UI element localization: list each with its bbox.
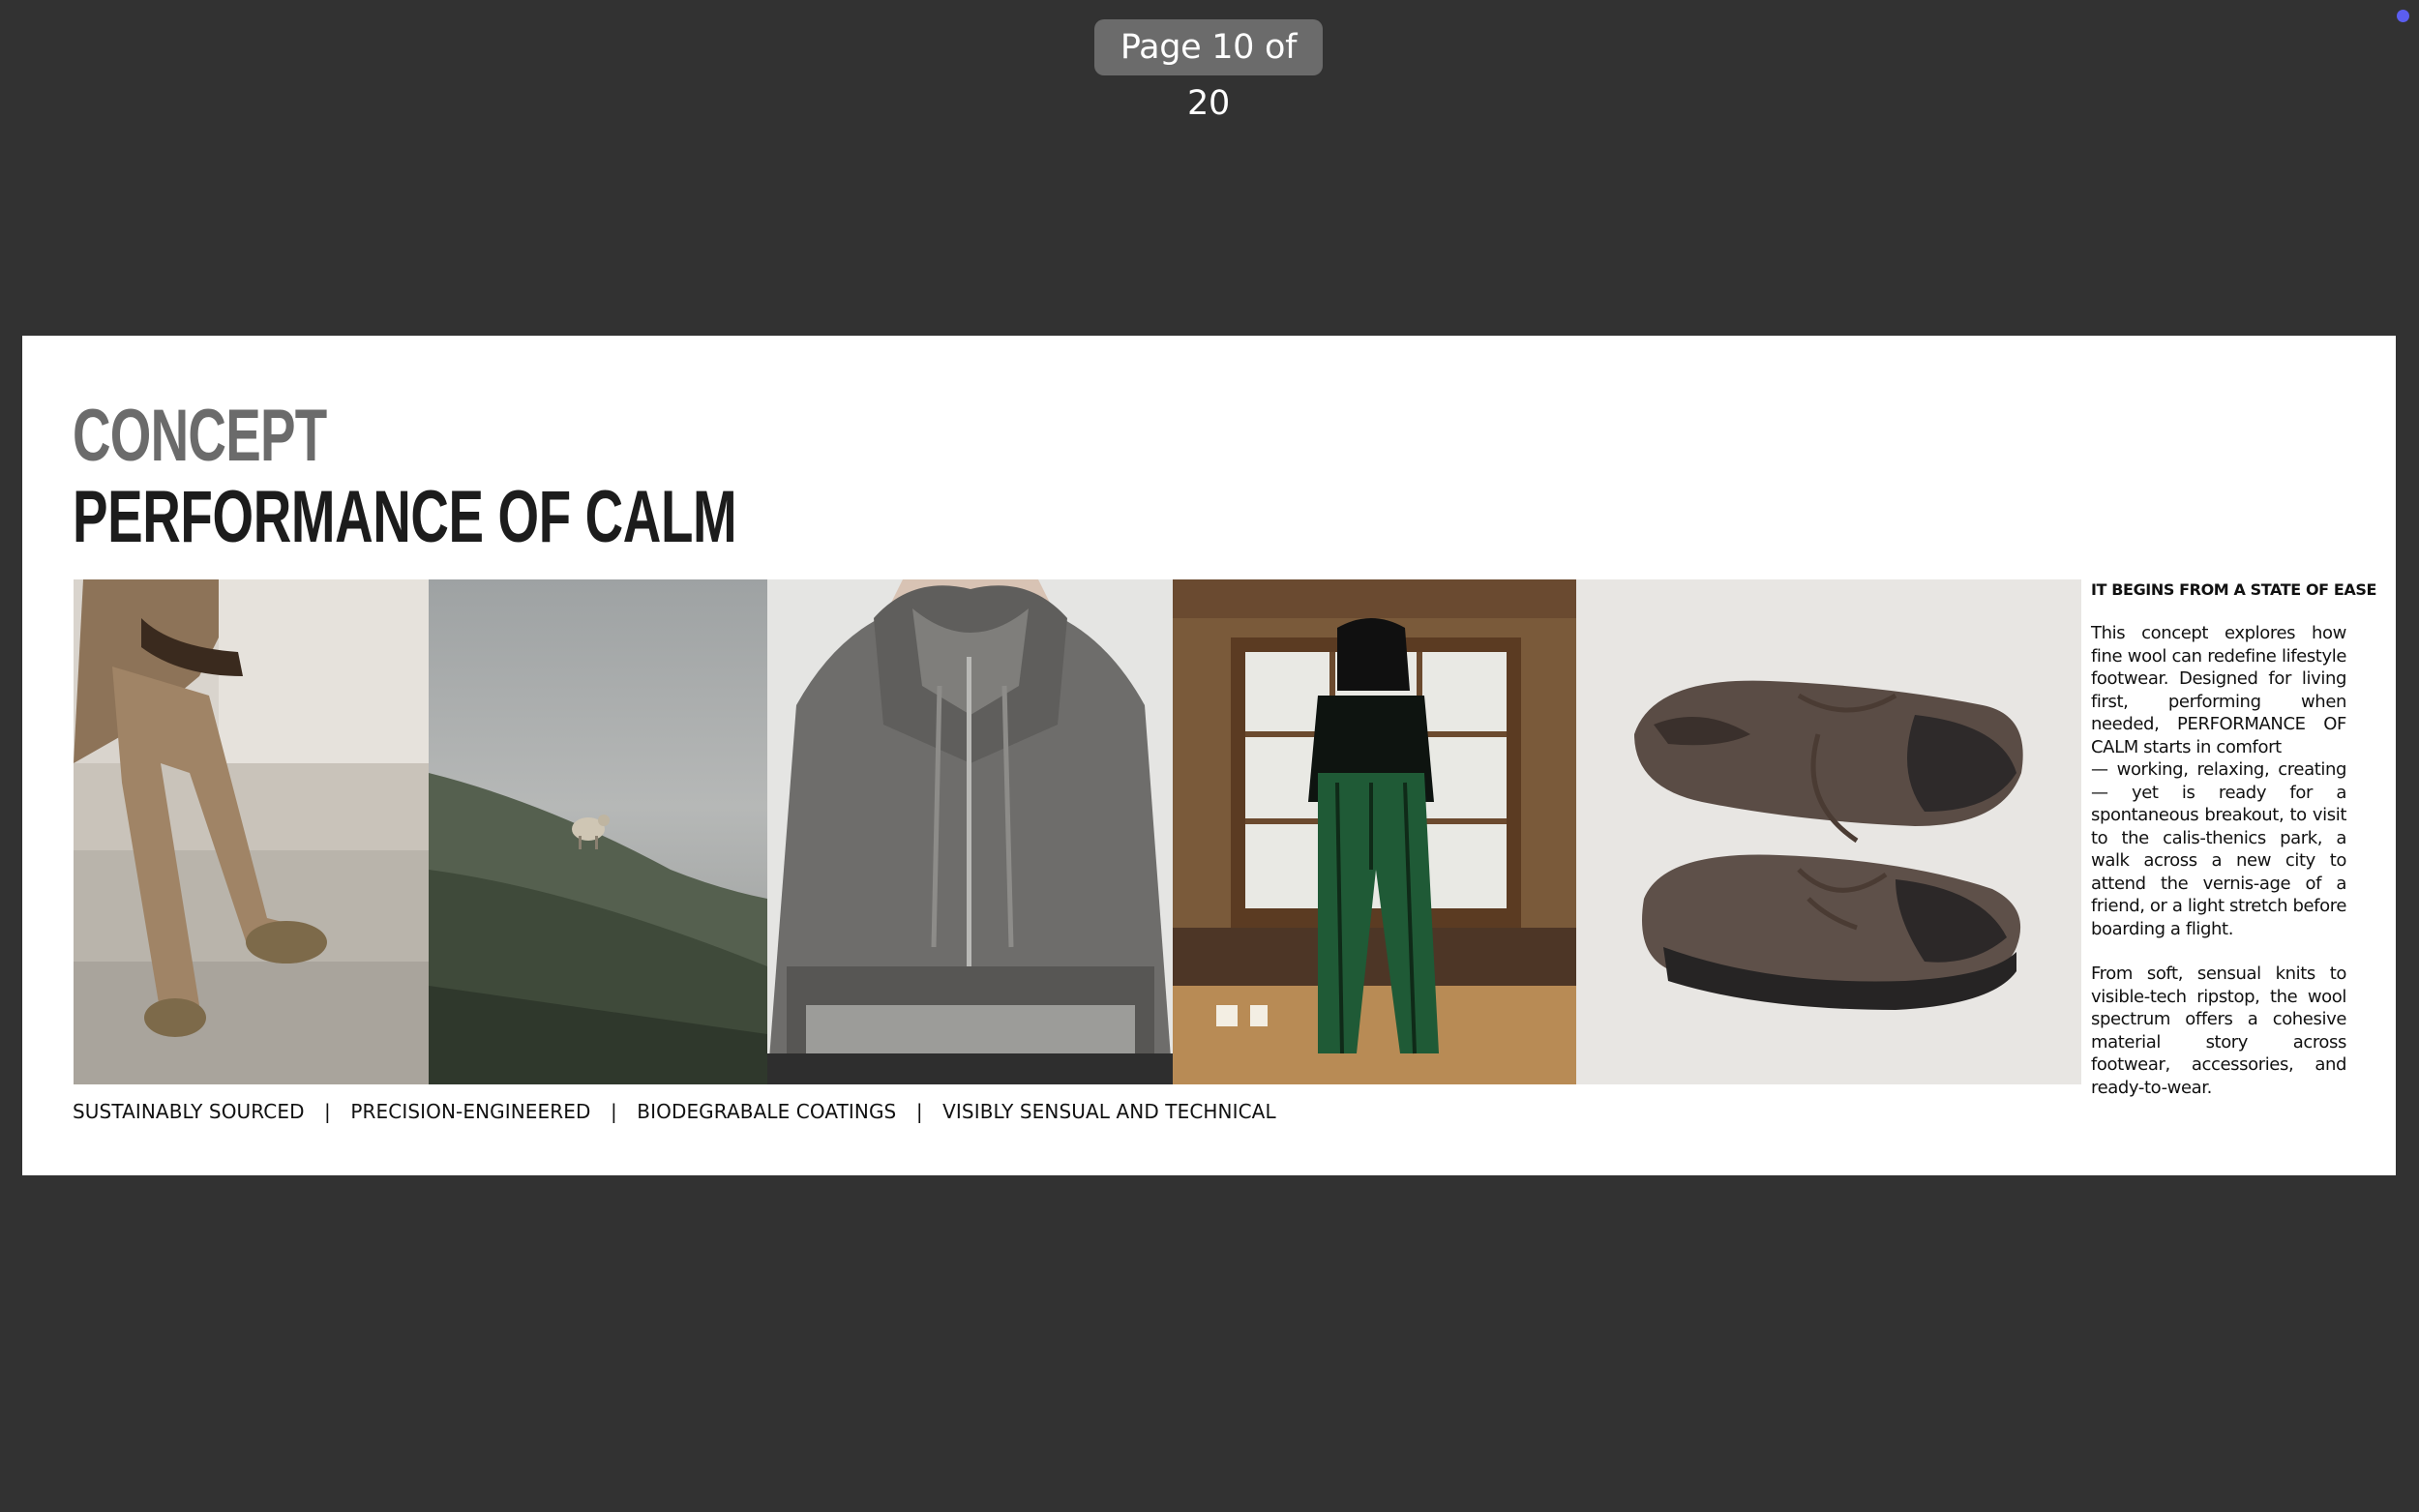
photo-misty-hillside-sheep <box>429 579 767 1084</box>
photo-person-green-trousers-room <box>1173 579 1576 1084</box>
tagline-item: PRECISION-ENGINEERED <box>350 1100 591 1123</box>
tagline-item: VISIBLY SENSUAL AND TECHNICAL <box>942 1100 1276 1123</box>
status-dot-icon <box>2397 10 2409 22</box>
photo-seated-person-trousers <box>74 579 429 1084</box>
moodboard-photo-strip <box>74 579 2133 1084</box>
photo-grey-knit-hoodie <box>767 579 1173 1084</box>
side-copy-block: IT BEGINS FROM A STATE OF EASE This conc… <box>2091 579 2377 1121</box>
side-copy-heading: IT BEGINS FROM A STATE OF EASE <box>2091 580 2377 599</box>
tagline-bar: SUSTAINABLY SOURCED | PRECISION-ENGINEER… <box>73 1100 1276 1123</box>
side-copy-paragraph-2: From soft, sensual knits to visible-tech… <box>2091 964 2346 1098</box>
tagline-separator: | <box>915 1100 923 1123</box>
slide-main-title: PERFORMANCE OF CALM <box>73 476 737 558</box>
page-indicator: Page 10 of 20 <box>1094 19 1323 123</box>
tagline-item: BIODEGRABALE COATINGS <box>637 1100 897 1123</box>
side-copy-paragraph-1b: — working, relaxing, creating — yet is r… <box>2091 759 2346 939</box>
photo-brown-sneakers <box>1576 579 2081 1084</box>
tagline-item: SUSTAINABLY SOURCED <box>73 1100 305 1123</box>
slide-kicker-title: CONCEPT <box>73 395 327 477</box>
side-copy-paragraph-1: This concept explores how fine wool can … <box>2091 623 2346 757</box>
tagline-separator: | <box>324 1100 331 1123</box>
tagline-separator: | <box>610 1100 617 1123</box>
document-viewer: Page 10 of 20 CONCEPT PERFORMANCE OF CAL… <box>0 0 2419 1512</box>
slide-page: CONCEPT PERFORMANCE OF CALM IT BEGINS FR… <box>22 336 2396 1175</box>
